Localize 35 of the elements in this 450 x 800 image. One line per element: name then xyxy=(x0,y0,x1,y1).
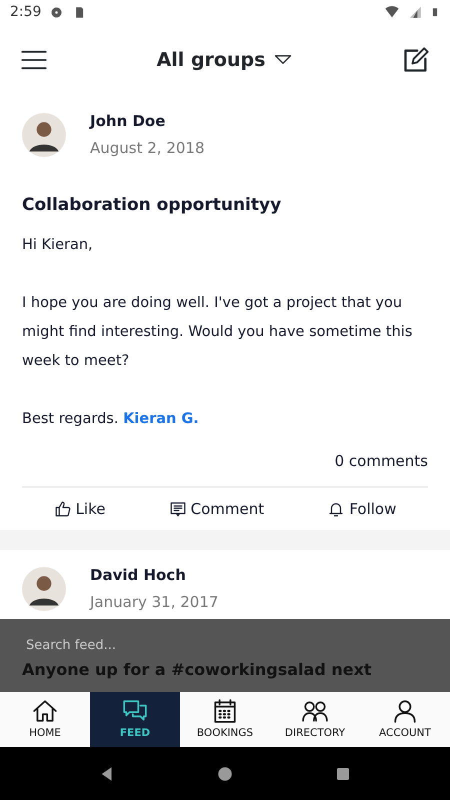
mention-link[interactable]: Kieran G. xyxy=(123,410,199,426)
bookings-icon xyxy=(212,698,238,724)
nav-tab[interactable]: DIRECTORY xyxy=(270,692,360,747)
nav-tab[interactable]: HOME xyxy=(0,692,90,747)
comment-icon xyxy=(168,500,187,518)
author-name: David Hoch xyxy=(90,565,187,586)
nav-tab[interactable]: FEED xyxy=(90,692,180,747)
post-title: Collaboration opportunityy xyxy=(22,194,282,217)
nav-tab[interactable]: ACCOUNT xyxy=(360,692,450,747)
comment-count: 0 comments xyxy=(334,450,428,472)
follow-icon xyxy=(327,500,346,518)
nav-tab[interactable]: BOOKINGS xyxy=(180,692,270,747)
signal-icon xyxy=(408,5,422,19)
clock-time: 2:59 xyxy=(10,2,42,22)
home-icon xyxy=(32,698,58,724)
compose-icon xyxy=(402,46,430,74)
post-date: January 31, 2017 xyxy=(90,592,218,612)
wifi-icon xyxy=(384,4,400,20)
post-signoff: Best regards. xyxy=(22,410,118,426)
account-icon xyxy=(392,698,418,724)
group-dropdown[interactable]: All groups xyxy=(156,46,294,74)
home-circle-icon xyxy=(216,765,234,784)
post-title: Anyone up for a #coworkingsalad next xyxy=(0,659,450,692)
comment-button[interactable]: Comment xyxy=(168,498,264,520)
like-icon xyxy=(54,500,72,518)
post-greeting: Hi Kieran, xyxy=(22,236,94,254)
follow-button[interactable]: Follow xyxy=(327,498,396,520)
avatar xyxy=(22,566,66,610)
like-button[interactable]: Like xyxy=(54,498,106,520)
author-name: John Doe xyxy=(90,111,166,132)
search-field[interactable]: Search feed... xyxy=(0,619,450,659)
compose-button[interactable] xyxy=(402,46,430,74)
post-date: August 2, 2018 xyxy=(90,138,205,158)
post-body: I hope you are doing well. I've got a project that you might find interesting. Would you have sometime this week to meet? xyxy=(22,294,414,370)
avatar xyxy=(22,112,66,156)
